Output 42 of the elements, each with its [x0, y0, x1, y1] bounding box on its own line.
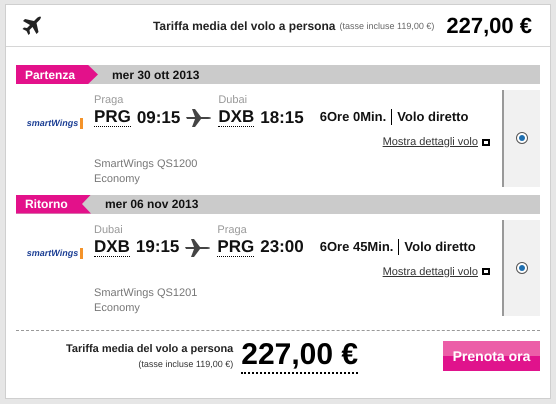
airplane-icon	[186, 108, 212, 128]
airport-code: DXB	[218, 107, 254, 127]
taxes-note: (tasse incluse 119,00 €)	[339, 20, 434, 33]
fare-label: Tariffa media del volo a persona	[66, 342, 234, 357]
flight-time: 09:15	[136, 108, 180, 126]
city-name: Praga	[94, 94, 124, 107]
airport-code: DXB	[94, 236, 130, 256]
airport-code: PRG	[94, 107, 131, 127]
popup-icon	[482, 138, 490, 146]
cabin-class: Economy	[94, 172, 141, 186]
flight-number: SmartWings QS1200	[94, 156, 198, 172]
cabin-class: Economy	[94, 301, 141, 316]
radio-button[interactable]	[516, 262, 528, 274]
radio-button[interactable]	[516, 132, 528, 144]
direct-flight-label: Volo diretto	[391, 109, 468, 125]
taxes-note: (tasse incluse 119,00 €)	[138, 358, 234, 371]
flight-time: 18:15	[260, 108, 304, 126]
popup-icon	[482, 268, 490, 276]
city-name: Praga	[217, 224, 248, 236]
book-button[interactable]: Prenota ora	[443, 341, 540, 371]
flight-details-link[interactable]: Mostra dettagli volo	[382, 134, 478, 150]
direct-flight-label: Volo diretto	[398, 238, 476, 254]
flight-time: 23:00	[260, 237, 304, 256]
flight-details-link[interactable]: Mostra dettagli volo	[382, 264, 478, 280]
flight-duration: 6Ore 0Min.	[320, 109, 386, 125]
flight-duration: 6Ore 45Min.	[320, 238, 394, 254]
segment-date: mer 06 nov 2013	[105, 196, 198, 213]
price: 227,00 €	[241, 338, 358, 374]
city-name: Dubai	[218, 94, 248, 107]
flight-number: SmartWings QS1201	[94, 286, 198, 301]
price: 227,00 €	[446, 12, 532, 40]
airport-code: PRG	[217, 236, 254, 256]
flight-time: 19:15	[136, 237, 180, 256]
city-name: Dubai	[94, 224, 124, 236]
airline-logo: smartWings	[26, 248, 84, 258]
airplane-icon	[20, 14, 44, 38]
fare-label: Tariffa media del volo a persona	[152, 18, 336, 34]
segment-tag: Partenza	[16, 65, 98, 84]
airline-logo: smartWings	[26, 118, 84, 129]
segment-tag: Ritorno	[16, 194, 91, 214]
airplane-icon	[185, 238, 212, 258]
segment-date: mer 30 ott 2013	[112, 66, 200, 84]
